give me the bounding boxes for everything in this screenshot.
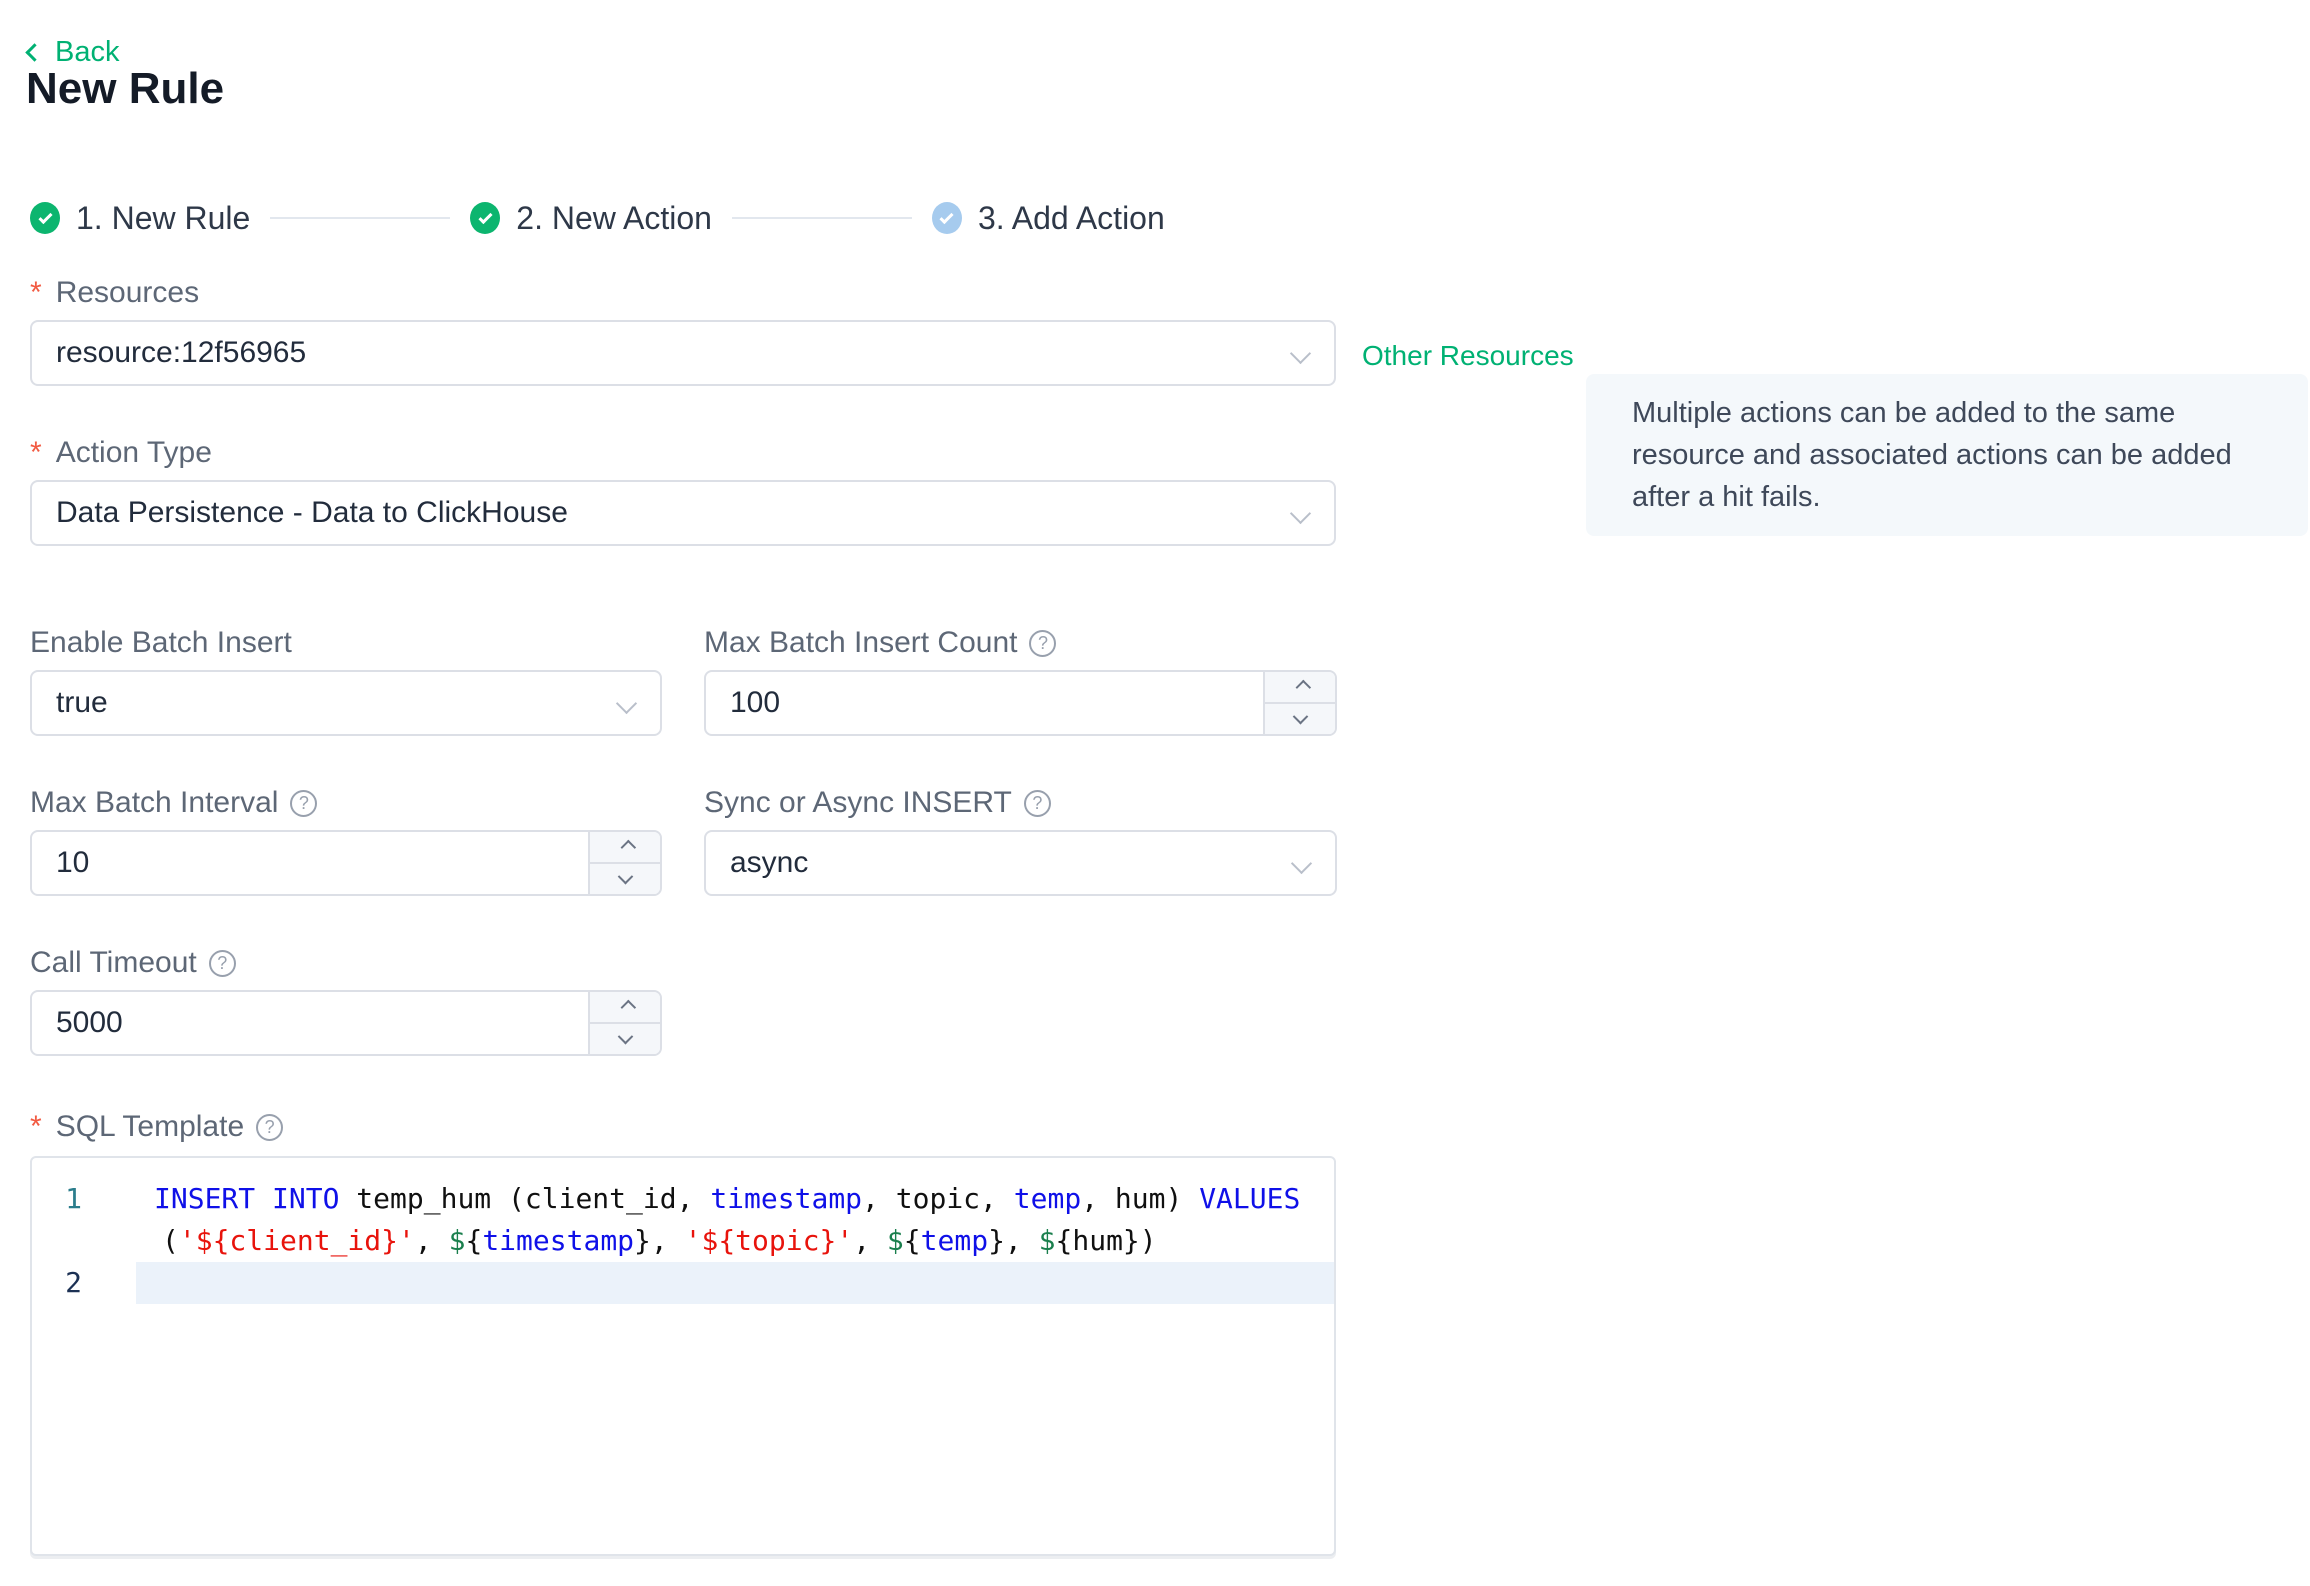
help-icon[interactable]: ? bbox=[1029, 629, 1057, 657]
required-marker: * bbox=[30, 276, 42, 309]
other-resources-link[interactable]: Other Resources bbox=[1362, 340, 1574, 372]
code-row: 2 bbox=[32, 1262, 1334, 1304]
number-stepper bbox=[1263, 672, 1335, 734]
chevron-left-icon bbox=[25, 43, 44, 62]
info-box: Multiple actions can be added to the sam… bbox=[1586, 374, 2308, 536]
code-line bbox=[136, 1262, 1334, 1304]
sync-or-async-insert-value: async bbox=[730, 846, 809, 879]
step-label: 3. Add Action bbox=[977, 199, 1165, 236]
max-batch-interval-label: Max Batch Interval ? bbox=[30, 786, 318, 820]
help-icon[interactable]: ? bbox=[290, 789, 318, 817]
stepper-decrease-button[interactable] bbox=[1265, 704, 1335, 734]
max-batch-interval-input[interactable]: 10 bbox=[30, 830, 662, 896]
chevron-down-icon bbox=[1289, 502, 1312, 525]
stepper-increase-button[interactable] bbox=[590, 832, 660, 864]
number-stepper bbox=[588, 992, 660, 1054]
max-batch-insert-count-label: Max Batch Insert Count ? bbox=[704, 626, 1057, 660]
number-stepper bbox=[588, 832, 660, 894]
chevron-down-icon bbox=[1290, 852, 1313, 875]
step-label: 1. New Rule bbox=[76, 199, 251, 236]
stepper: 1. New Rule 2. New Action 3. Add Action bbox=[30, 198, 1165, 238]
sql-template-label: * SQL Template ? bbox=[30, 1110, 284, 1144]
code-rows: 1 INSERT INTO temp_hum (client_id, timest… bbox=[32, 1178, 1334, 1304]
chevron-up-icon bbox=[620, 999, 636, 1015]
call-timeout-label: Call Timeout ? bbox=[30, 946, 236, 980]
step-3-add-action[interactable]: 3. Add Action bbox=[931, 199, 1165, 237]
enable-batch-insert-select[interactable]: true bbox=[30, 670, 662, 736]
code-row: 1 INSERT INTO temp_hum (client_id, timest… bbox=[32, 1178, 1334, 1220]
code-row: ('${client_id}', ${timestamp}, '${topic}… bbox=[32, 1220, 1334, 1262]
step-connector bbox=[270, 217, 451, 219]
step-2-new-action[interactable]: 2. New Action bbox=[470, 200, 712, 237]
required-marker: * bbox=[30, 1110, 42, 1143]
help-icon[interactable]: ? bbox=[208, 949, 236, 977]
step-label: 2. New Action bbox=[516, 199, 712, 236]
chevron-up-icon bbox=[1295, 679, 1311, 695]
step-pending-check-icon bbox=[931, 202, 962, 234]
enable-batch-insert-label: Enable Batch Insert bbox=[30, 626, 292, 659]
step-1-new-rule[interactable]: 1. New Rule bbox=[30, 200, 250, 237]
line-number bbox=[32, 1220, 82, 1262]
step-done-check-icon bbox=[30, 202, 60, 234]
help-icon[interactable]: ? bbox=[256, 1113, 284, 1141]
call-timeout-value: 5000 bbox=[56, 1006, 123, 1039]
max-batch-interval-value: 10 bbox=[56, 846, 90, 879]
action-type-select[interactable]: Data Persistence - Data to ClickHouse bbox=[30, 480, 1336, 546]
chevron-down-icon bbox=[617, 1028, 633, 1044]
resources-label: * Resources bbox=[30, 276, 200, 309]
call-timeout-input[interactable]: 5000 bbox=[30, 990, 662, 1056]
resources-select[interactable]: resource:12f56965 bbox=[30, 320, 1336, 386]
chevron-down-icon bbox=[617, 868, 633, 884]
required-marker: * bbox=[30, 436, 42, 469]
step-connector bbox=[731, 217, 912, 219]
chevron-down-icon bbox=[615, 692, 638, 715]
action-type-label: * Action Type bbox=[30, 436, 212, 469]
max-batch-insert-count-value: 100 bbox=[730, 686, 781, 719]
chevron-down-icon bbox=[1292, 708, 1308, 724]
line-number: 2 bbox=[65, 1266, 82, 1299]
step-done-check-icon bbox=[470, 202, 501, 234]
max-batch-insert-count-input[interactable]: 100 bbox=[704, 670, 1337, 736]
page-title: New Rule bbox=[26, 64, 225, 113]
line-number: 1 bbox=[65, 1182, 82, 1215]
new-rule-page: Back New Rule 1. New Rule 2. New Action … bbox=[0, 0, 2310, 1586]
chevron-down-icon bbox=[1289, 342, 1312, 365]
sync-or-async-insert-select[interactable]: async bbox=[704, 830, 1337, 896]
action-type-select-value: Data Persistence - Data to ClickHouse bbox=[56, 496, 568, 529]
chevron-up-icon bbox=[620, 839, 636, 855]
sql-template-editor[interactable]: 1 INSERT INTO temp_hum (client_id, timest… bbox=[30, 1156, 1336, 1556]
stepper-decrease-button[interactable] bbox=[590, 1024, 660, 1054]
code-line: ('${client_id}', ${timestamp}, '${topic}… bbox=[162, 1224, 1157, 1257]
enable-batch-insert-value: true bbox=[56, 686, 108, 719]
stepper-increase-button[interactable] bbox=[1265, 672, 1335, 704]
sync-or-async-insert-label: Sync or Async INSERT ? bbox=[704, 786, 1051, 820]
code-line: INSERT INTO temp_hum (client_id, timesta… bbox=[154, 1182, 1301, 1215]
resources-select-value: resource:12f56965 bbox=[56, 336, 307, 369]
help-icon[interactable]: ? bbox=[1023, 789, 1051, 817]
info-box-text: Multiple actions can be added to the sam… bbox=[1632, 397, 2232, 513]
stepper-increase-button[interactable] bbox=[590, 992, 660, 1024]
stepper-decrease-button[interactable] bbox=[590, 864, 660, 894]
